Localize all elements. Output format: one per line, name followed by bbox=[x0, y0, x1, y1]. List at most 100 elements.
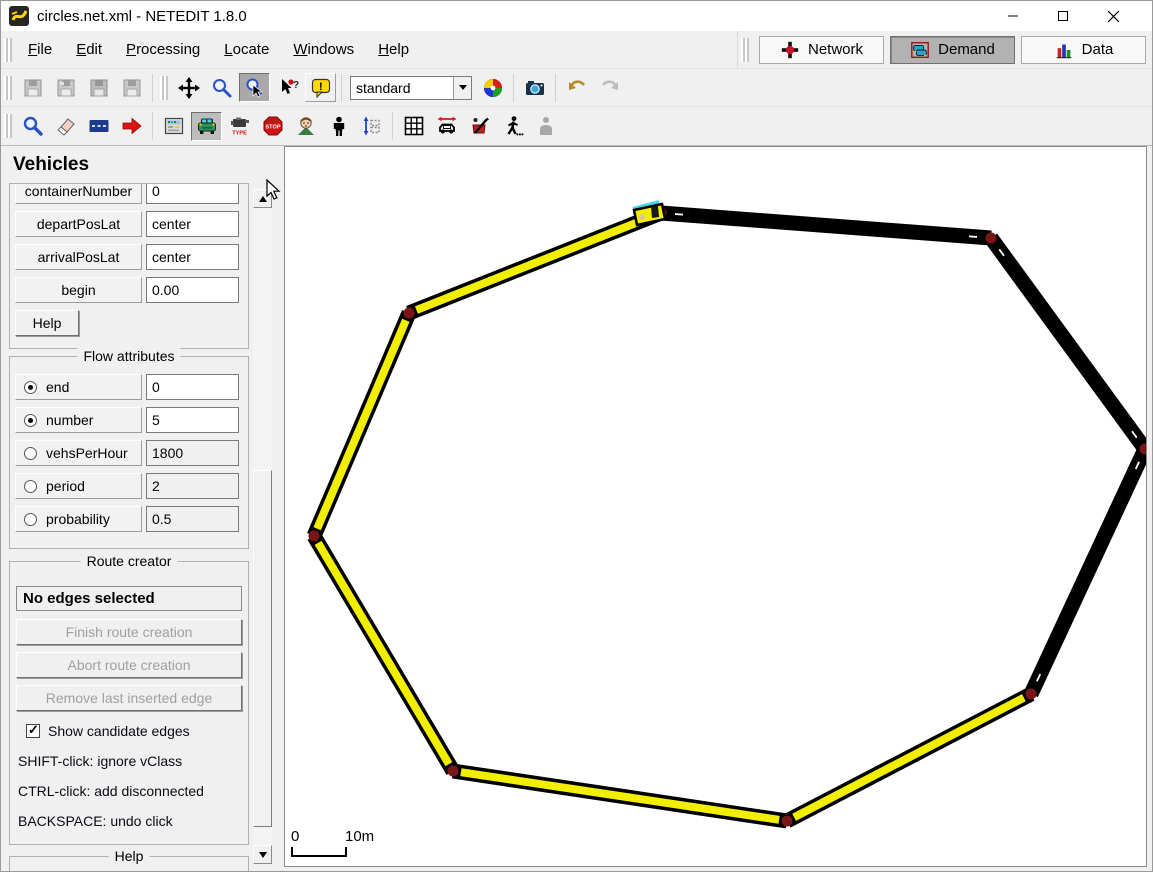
close-icon bbox=[1107, 10, 1120, 23]
supermode-demand-button[interactable]: Demand bbox=[890, 36, 1015, 64]
menu-help[interactable]: Help bbox=[366, 35, 421, 64]
sidebar-scrollbar[interactable] bbox=[253, 189, 272, 864]
triangle-up-icon bbox=[259, 192, 267, 202]
network-canvas[interactable]: 0 10m bbox=[284, 146, 1147, 867]
stop-mode-button[interactable]: STOP bbox=[257, 112, 288, 141]
flow-radio-number[interactable]: number bbox=[15, 407, 142, 433]
vehicle-mode-button[interactable] bbox=[191, 112, 222, 141]
vehicle-span-button[interactable] bbox=[431, 112, 462, 141]
attribute-input-begin[interactable] bbox=[146, 277, 239, 303]
attribute-button-containerNumber[interactable]: containerNumber bbox=[15, 184, 142, 204]
junction-upper_left bbox=[404, 308, 415, 319]
flow-input-end[interactable] bbox=[146, 374, 239, 400]
maximize-icon bbox=[1057, 10, 1069, 22]
minimize-button[interactable] bbox=[1000, 5, 1026, 27]
flow-radio-probability[interactable]: probability bbox=[15, 506, 142, 532]
dropdown-arrow-button[interactable] bbox=[453, 77, 471, 99]
radio-icon[interactable] bbox=[24, 480, 37, 493]
zoom-select-button[interactable] bbox=[239, 73, 270, 102]
attribute-button-begin[interactable]: begin bbox=[15, 277, 142, 303]
route-mode-button[interactable] bbox=[116, 112, 147, 141]
radio-icon[interactable] bbox=[24, 447, 37, 460]
flow-input-probability[interactable] bbox=[146, 506, 239, 532]
radio-icon[interactable] bbox=[24, 513, 37, 526]
save-plain-xml-button[interactable] bbox=[50, 73, 81, 102]
vehicle-type-mode-button[interactable]: TYPE bbox=[224, 112, 255, 141]
color-wheel-button[interactable] bbox=[477, 73, 508, 102]
attribute-input-arrivalPosLat[interactable] bbox=[146, 244, 239, 270]
flow-input-vehsPerHour[interactable] bbox=[146, 440, 239, 466]
show-warnings-button[interactable]: ! bbox=[305, 73, 336, 102]
supermode-data-button[interactable]: Data bbox=[1021, 36, 1146, 64]
flow-radio-end[interactable]: end bbox=[15, 374, 142, 400]
show-candidate-edges-checkbox[interactable] bbox=[26, 724, 40, 738]
junction-bottom_left bbox=[448, 766, 459, 777]
flow-radio-vehsPerHour[interactable]: vehsPerHour bbox=[15, 440, 142, 466]
person-plan-mode-button[interactable] bbox=[356, 112, 387, 141]
finish-route-creation-button[interactable]: Finish route creation bbox=[16, 619, 242, 645]
undo-button[interactable] bbox=[561, 73, 592, 102]
toolbar-grip[interactable] bbox=[4, 38, 12, 62]
save-network-button[interactable] bbox=[17, 73, 48, 102]
toolbar-grip[interactable] bbox=[4, 76, 12, 100]
save-demand-elements-button[interactable] bbox=[83, 73, 114, 102]
stop-sign-icon: STOP bbox=[262, 115, 284, 137]
close-button[interactable] bbox=[1100, 5, 1126, 27]
remove-last-edge-button[interactable]: Remove last inserted edge bbox=[16, 685, 242, 711]
red-arrow-icon bbox=[121, 115, 143, 137]
stop-timetable-button[interactable] bbox=[158, 112, 189, 141]
menu-edit[interactable]: Edit bbox=[64, 35, 114, 64]
toolbar-grip[interactable] bbox=[741, 38, 749, 62]
road-icon bbox=[88, 115, 110, 137]
scrollbar-down-button[interactable] bbox=[253, 845, 272, 864]
attribute-button-arrivalPosLat[interactable]: arrivalPosLat bbox=[15, 244, 142, 270]
window-title: circles.net.xml - NETEDIT 1.8.0 bbox=[37, 8, 1000, 25]
panel-title: Vehicles bbox=[1, 146, 284, 176]
menu-file[interactable]: File bbox=[16, 35, 64, 64]
netedit-window: circles.net.xml - NETEDIT 1.8.0 File Edi… bbox=[0, 0, 1153, 872]
walk-mode-button[interactable] bbox=[497, 112, 528, 141]
hint-shift-click: SHIFT-click: ignore vClass bbox=[18, 753, 248, 769]
person-type-mode-button[interactable] bbox=[290, 112, 321, 141]
scrollbar-thumb[interactable] bbox=[253, 470, 272, 827]
attribute-input-containerNumber[interactable] bbox=[146, 184, 239, 204]
route-status-label: No edges selected bbox=[16, 586, 242, 611]
inspect-mode-button[interactable] bbox=[17, 112, 48, 141]
flow-radio-period[interactable]: period bbox=[15, 473, 142, 499]
help-pointer-button[interactable]: ? bbox=[272, 73, 303, 102]
supermode-network-button[interactable]: Network bbox=[759, 36, 884, 64]
view-scheme-dropdown[interactable]: standard bbox=[350, 76, 472, 100]
move-view-button[interactable] bbox=[173, 73, 204, 102]
scrollbar-up-button[interactable] bbox=[253, 189, 272, 208]
attribute-input-departPosLat[interactable] bbox=[146, 211, 239, 237]
menu-bar: File Edit Processing Locate Windows Help… bbox=[1, 31, 1152, 69]
zoom-button[interactable] bbox=[206, 73, 237, 102]
supermode-data-label: Data bbox=[1082, 41, 1114, 58]
menu-locate[interactable]: Locate bbox=[212, 35, 281, 64]
supermode-buttons: Network Demand Data bbox=[738, 36, 1152, 64]
save-data-elements-button[interactable] bbox=[116, 73, 147, 102]
radio-icon[interactable] bbox=[24, 381, 37, 394]
abort-route-creation-button[interactable]: Abort route creation bbox=[16, 652, 242, 678]
select-mode-button[interactable] bbox=[83, 112, 114, 141]
help-group: Help bbox=[9, 856, 249, 872]
menu-windows[interactable]: Windows bbox=[281, 35, 366, 64]
scale-bar: 0 10m bbox=[291, 828, 381, 857]
container-mode-button[interactable] bbox=[464, 112, 495, 141]
menu-processing[interactable]: Processing bbox=[114, 35, 212, 64]
edge-data-mode-button[interactable] bbox=[398, 112, 429, 141]
maximize-button[interactable] bbox=[1050, 5, 1076, 27]
attributes-help-button[interactable]: Help bbox=[15, 310, 79, 336]
snapshot-button[interactable] bbox=[519, 73, 550, 102]
delete-mode-button[interactable] bbox=[50, 112, 81, 141]
toolbar-grip[interactable] bbox=[4, 114, 12, 138]
person-disabled-button[interactable] bbox=[530, 112, 561, 141]
redo-button[interactable] bbox=[594, 73, 625, 102]
attribute-button-departPosLat[interactable]: departPosLat bbox=[15, 211, 142, 237]
radio-icon[interactable] bbox=[24, 414, 37, 427]
flow-input-number[interactable] bbox=[146, 407, 239, 433]
person-mode-button[interactable] bbox=[323, 112, 354, 141]
warning-bubble-icon: ! bbox=[310, 77, 332, 99]
toolbar-grip[interactable] bbox=[160, 76, 168, 100]
flow-input-period[interactable] bbox=[146, 473, 239, 499]
